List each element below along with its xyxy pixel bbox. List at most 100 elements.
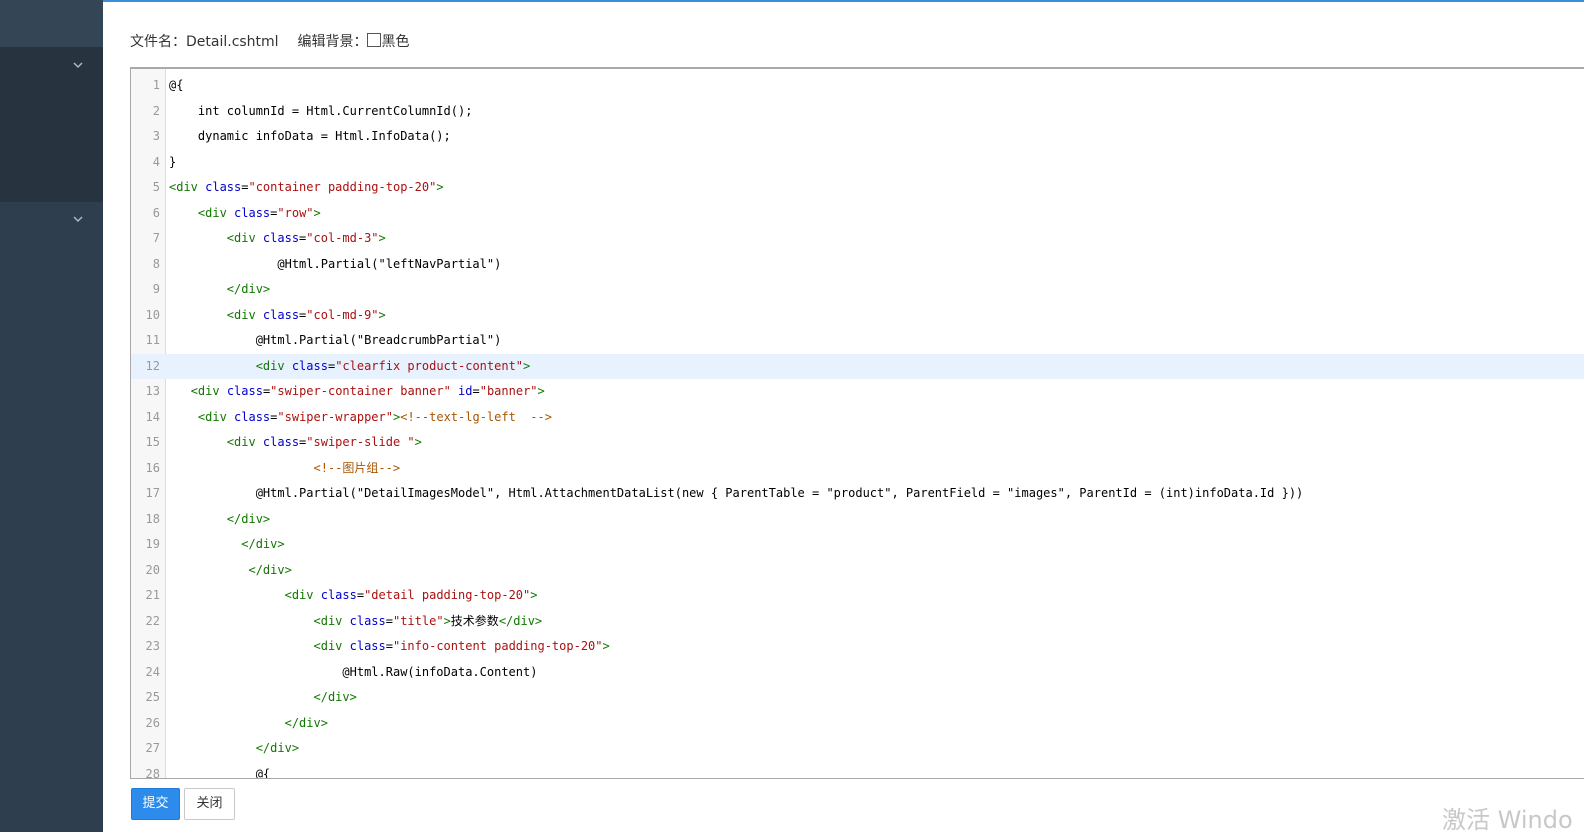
code-text[interactable]: <div class="row">	[169, 201, 321, 227]
code-text[interactable]: @Html.Partial("BreadcrumbPartial")	[169, 328, 502, 354]
code-text[interactable]: </div>	[169, 685, 357, 711]
code-line[interactable]: 12 <div class="clearfix product-content"…	[131, 353, 1584, 380]
code-text[interactable]: @Html.Partial("leftNavPartial")	[169, 252, 501, 278]
code-line[interactable]: 11 @Html.Partial("BreadcrumbPartial")	[131, 328, 1584, 354]
black-bg-option-label[interactable]: 黑色	[381, 34, 409, 50]
close-button[interactable]: 关闭	[184, 788, 235, 820]
code-line[interactable]: 17 @Html.Partial("DetailImagesModel", Ht…	[131, 481, 1584, 507]
code-text[interactable]: </div>	[169, 711, 328, 737]
code-line[interactable]: 25 </div>	[131, 685, 1584, 711]
code-text[interactable]: <div class="title">技术参数</div>	[169, 609, 543, 635]
code-token: dynamic infoData = Html.InfoData();	[169, 129, 451, 143]
code-line[interactable]: 23 <div class="info-content padding-top-…	[131, 634, 1584, 660]
code-token: <div	[313, 639, 350, 653]
code-line[interactable]: 5 <div class="container padding-top-20">	[131, 175, 1584, 201]
line-number: 17	[145, 486, 160, 500]
code-line[interactable]: 19 </div>	[131, 532, 1584, 558]
code-text[interactable]: <div class="clearfix product-content">	[169, 354, 531, 380]
line-number: 21	[145, 588, 160, 602]
code-token: @Html.Raw(infoData.Content)	[169, 664, 538, 679]
code-token: >	[378, 307, 386, 322]
code-line[interactable]: 10 <div class="col-md-9">	[131, 303, 1584, 329]
line-number: 25	[145, 690, 160, 704]
line-number: 16	[145, 460, 160, 475]
code-text[interactable]: </div>	[169, 558, 291, 584]
code-text[interactable]: </div>	[169, 507, 270, 533]
code-text[interactable]: int columnId = Html.CurrentColumnId();	[169, 99, 473, 125]
code-text[interactable]: @{	[169, 73, 183, 99]
code-line[interactable]: 27 </div>	[131, 736, 1584, 762]
code-line[interactable]: 1 @{	[131, 73, 1584, 99]
chevron-down-icon[interactable]	[73, 62, 83, 72]
code-text[interactable]: <!--图片组-->	[169, 456, 401, 482]
code-text[interactable]: <div class="container padding-top-20">	[169, 175, 444, 201]
code-text[interactable]: }	[169, 150, 176, 176]
code-text[interactable]: dynamic infoData = Html.InfoData();	[169, 124, 451, 150]
code-text[interactable]: <div class="swiper-container banner" id=…	[169, 379, 545, 405]
code-line[interactable]: 4}	[131, 150, 1584, 176]
chevron-down-icon[interactable]	[73, 216, 83, 226]
code-token: class	[291, 358, 328, 373]
code-line[interactable]: 13 <div class="swiper-container banner" …	[131, 379, 1584, 405]
code-token: @{	[169, 766, 271, 779]
code-token: =	[472, 384, 480, 398]
code-lines[interactable]: 1 @{2 int columnId = Html.CurrentColumnId…	[131, 73, 1584, 779]
line-number: 2	[152, 103, 160, 118]
line-number: 6	[152, 205, 160, 220]
code-text[interactable]: </div>	[169, 277, 270, 303]
sidebar-section[interactable]	[0, 47, 103, 202]
code-line[interactable]: 24 @Html.Raw(infoData.Content)	[131, 660, 1584, 686]
code-text[interactable]: <div class="col-md-9">	[169, 303, 386, 329]
code-token: </div>	[226, 282, 271, 296]
code-text[interactable]: @{	[169, 762, 271, 779]
code-text[interactable]: <div class="swiper-slide ">	[169, 430, 422, 456]
code-line[interactable]: 26 </div>	[131, 711, 1584, 737]
code-line[interactable]: 15 <div class="swiper-slide ">	[131, 430, 1584, 456]
code-line[interactable]: 20 </div>	[131, 558, 1584, 584]
line-number: 24	[145, 664, 160, 679]
code-text[interactable]: <div class="info-content padding-top-20"…	[169, 634, 610, 660]
code-line[interactable]: 28 @{	[131, 762, 1584, 779]
black-bg-checkbox[interactable]	[367, 33, 382, 47]
code-line[interactable]: 21 <div class="detail padding-top-20">	[131, 583, 1584, 609]
code-line[interactable]: 14 <div class="swiper-wrapper"><!--text-…	[131, 405, 1584, 431]
code-token: </div>	[241, 537, 285, 551]
code-text[interactable]: @Html.Partial("DetailImagesModel", Html.…	[169, 481, 1304, 507]
code-text[interactable]: <div class="swiper-wrapper"><!--text-lg-…	[169, 405, 552, 431]
code-text[interactable]: </div>	[169, 532, 285, 558]
code-line[interactable]: 9 </div>	[131, 277, 1584, 303]
line-number: 10	[145, 307, 160, 322]
code-line[interactable]: 3 dynamic infoData = Html.InfoData();	[131, 124, 1584, 150]
line-number: 23	[145, 639, 160, 653]
code-line[interactable]: 16 <!--图片组-->	[131, 456, 1584, 482]
code-token: class	[205, 180, 242, 194]
code-text[interactable]: @Html.Raw(infoData.Content)	[169, 660, 537, 686]
code-editor[interactable]: 1 @{2 int columnId = Html.CurrentColumnId…	[130, 67, 1584, 779]
code-line[interactable]: 6 <div class="row">	[131, 201, 1584, 227]
code-line[interactable]: 2 int columnId = Html.CurrentColumnId();	[131, 99, 1584, 125]
code-token: "info-content padding-top-20"	[392, 639, 603, 653]
code-line[interactable]: 18 </div>	[131, 507, 1584, 533]
code-text[interactable]: <div class="detail padding-top-20">	[169, 583, 538, 609]
code-token: class	[320, 588, 357, 602]
code-text[interactable]: <div class="col-md-3">	[169, 226, 386, 252]
code-text[interactable]: </div>	[169, 736, 299, 762]
line-number: 19	[145, 537, 160, 551]
code-token: "clearfix product-content"	[335, 358, 524, 373]
line-number: 13	[145, 384, 160, 398]
code-line[interactable]: 7 <div class="col-md-3">	[131, 226, 1584, 252]
code-line[interactable]: 22 <div class="title">技术参数</div>	[131, 609, 1584, 635]
code-token: 技术参数	[450, 613, 499, 628]
line-number: 15	[145, 435, 160, 449]
code-token: "col-md-9"	[306, 307, 379, 322]
submit-button[interactable]: 提交	[131, 788, 180, 820]
code-line[interactable]: 8 @Html.Partial("leftNavPartial")	[131, 252, 1584, 278]
